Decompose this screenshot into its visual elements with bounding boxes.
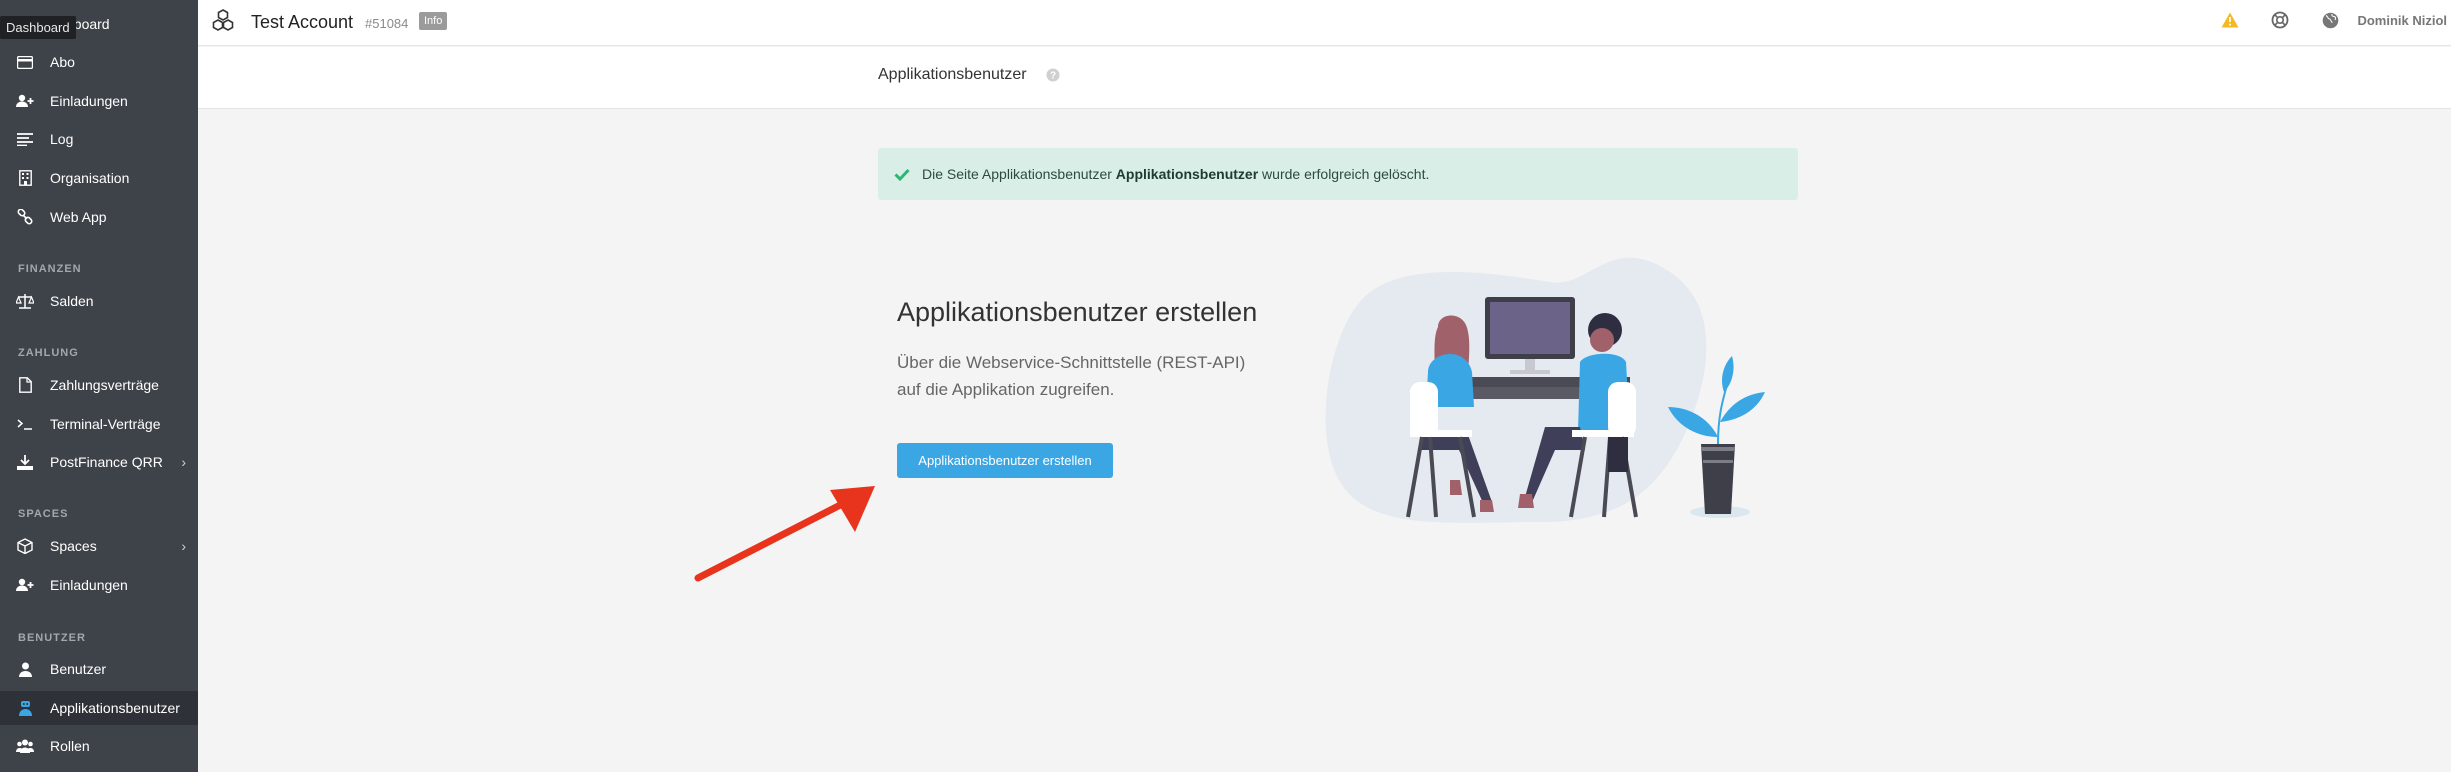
help-icon[interactable]: ? <box>1046 68 1060 87</box>
users-icon <box>16 737 34 755</box>
alert-text-suffix: wurde erfolgreich gelöscht. <box>1258 166 1430 182</box>
dashboard-tooltip: Dashboard <box>0 16 76 39</box>
sidebar-item-label: Organisation <box>50 170 130 186</box>
sidebar-item-spaces[interactable]: Spaces › <box>0 529 198 563</box>
sidebar-item-applikationsbenutzer[interactable]: Applikationsbenutzer <box>0 691 198 725</box>
user-menu[interactable]: Dominik Niziol <box>2357 13 2447 28</box>
sidebar-item-label: Salden <box>50 293 94 309</box>
account-id: #51084 <box>365 16 409 31</box>
svg-text:?: ? <box>1050 71 1056 82</box>
sidebar: Dashboard hboard Abo Einladungen Log Org… <box>0 0 198 772</box>
sidebar-item-label: PostFinance QRR <box>50 454 163 470</box>
sidebar-item-label: Spaces <box>50 538 97 554</box>
download-icon <box>16 453 34 471</box>
people-at-computer-illustration <box>1325 257 1765 523</box>
section-title-spaces: SPACES <box>18 508 69 520</box>
credit-card-icon <box>16 53 34 71</box>
sidebar-item-label: Zahlungsverträge <box>50 377 159 393</box>
account-name[interactable]: Test Account <box>251 12 353 33</box>
user-icon <box>16 660 34 678</box>
robot-user-icon <box>16 699 34 717</box>
balance-scale-icon <box>16 292 34 310</box>
sidebar-item-rollen[interactable]: Rollen <box>0 729 198 763</box>
check-icon <box>894 168 910 181</box>
sidebar-item-benutzer[interactable]: Benutzer <box>0 652 198 686</box>
building-icon <box>16 169 34 187</box>
page-header: Applikationsbenutzer ? <box>198 47 2451 109</box>
sidebar-item-label: Rollen <box>50 738 90 754</box>
section-title-benutzer: BENUTZER <box>18 632 86 644</box>
chevron-right-icon: › <box>181 454 186 470</box>
file-icon <box>16 376 34 394</box>
create-application-user-button[interactable]: Applikationsbenutzer erstellen <box>897 443 1113 478</box>
sidebar-item-terminal-vertraege[interactable]: Terminal-Verträge <box>0 407 198 441</box>
lifebuoy-icon[interactable] <box>2269 9 2291 31</box>
alert-text-prefix: Die Seite Applikationsbenutzer <box>922 166 1116 182</box>
sidebar-item-label: Benutzer <box>50 661 107 677</box>
sidebar-item-web-app[interactable]: Web App <box>0 200 198 234</box>
list-icon <box>16 130 34 148</box>
cube-icon <box>16 537 34 555</box>
sidebar-item-postfinance-qrr[interactable]: PostFinance QRR › <box>0 445 198 479</box>
info-badge[interactable]: Info <box>419 12 448 30</box>
globe-icon[interactable] <box>2319 9 2341 31</box>
sidebar-item-log[interactable]: Log <box>0 122 198 156</box>
sidebar-item-organisation[interactable]: Organisation <box>0 161 198 195</box>
success-alert: Die Seite Applikationsbenutzer Applikati… <box>878 148 1798 200</box>
red-arrow-annotation <box>694 486 875 582</box>
empty-state-title: Applikationsbenutzer erstellen <box>897 297 1258 327</box>
user-plus-icon <box>16 576 34 594</box>
empty-state-description: Über die Webservice-Schnittstelle (REST-… <box>897 353 1246 399</box>
sidebar-item-label: Applikationsbenutzer <box>50 700 180 716</box>
sidebar-item-label: Terminal-Verträge <box>50 416 161 432</box>
alert-text-bold: Applikationsbenutzer <box>1115 166 1259 182</box>
sidebar-item-label: Einladungen <box>50 577 128 593</box>
chevron-right-icon: › <box>181 538 186 554</box>
sidebar-item-label: Web App <box>50 209 107 225</box>
sidebar-item-label: Abo <box>50 54 75 70</box>
link-icon <box>16 208 34 226</box>
sidebar-item-label: Log <box>50 131 74 147</box>
terminal-icon <box>16 415 34 433</box>
page-title: Applikationsbenutzer <box>878 66 1027 83</box>
section-title-zahlung: ZAHLUNG <box>18 347 79 359</box>
alert-message: Die Seite Applikationsbenutzer Applikati… <box>922 166 1429 182</box>
sidebar-item-spaces-einladungen[interactable]: Einladungen <box>0 568 198 602</box>
section-title-finanzen: FINANZEN <box>18 263 82 275</box>
user-plus-icon <box>16 92 34 110</box>
sidebar-item-einladungen[interactable]: Einladungen <box>0 84 198 118</box>
sidebar-item-label: Einladungen <box>50 93 128 109</box>
topbar: Test Account #51084 Info Dominik Niziol <box>198 0 2451 46</box>
account-switcher-icon[interactable] <box>212 9 234 36</box>
warning-icon[interactable] <box>2219 9 2241 31</box>
sidebar-item-zahlungsvertraege[interactable]: Zahlungsverträge <box>0 368 198 402</box>
sidebar-item-abo[interactable]: Abo <box>0 45 198 79</box>
sidebar-item-salden[interactable]: Salden <box>0 284 198 318</box>
